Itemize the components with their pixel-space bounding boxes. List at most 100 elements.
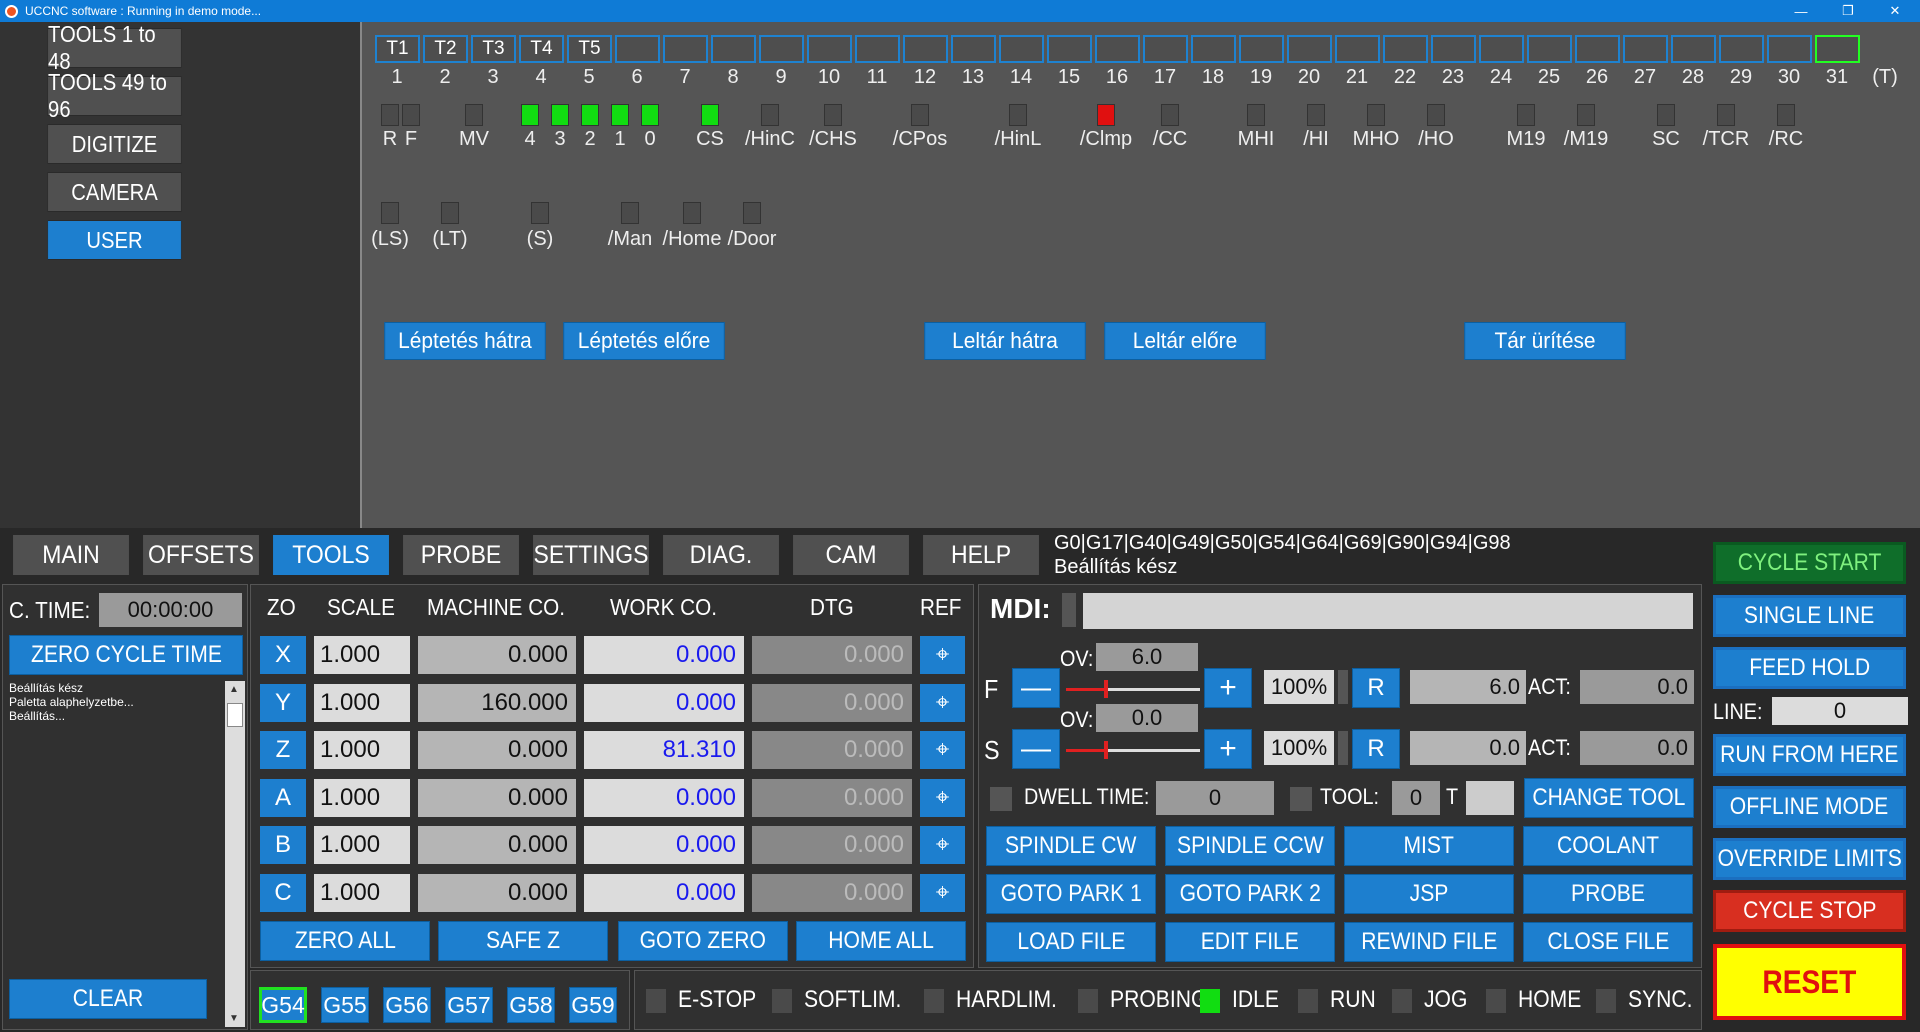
tool-slot[interactable] (807, 35, 852, 63)
axis-scale-field[interactable]: 1.000 (314, 778, 410, 817)
tool-slot[interactable] (615, 35, 660, 63)
offline-mode-button[interactable]: OFFLINE MODE (1713, 786, 1906, 828)
wcs-g58-button[interactable]: G58 (507, 987, 555, 1023)
coolant-button[interactable]: COOLANT (1523, 826, 1693, 866)
clear-button[interactable]: CLEAR (9, 979, 207, 1019)
axis-scale-field[interactable]: 1.000 (314, 731, 410, 769)
goto-zero-button[interactable]: GOTO ZERO (618, 921, 788, 961)
work-coord-field[interactable]: 0.000 (584, 873, 744, 912)
line-value[interactable]: 0 (1772, 697, 1908, 725)
inventory-back-button[interactable]: Leltár hátra (924, 322, 1086, 360)
axis-x-zero-button[interactable]: X (260, 636, 306, 674)
tool-slot[interactable] (999, 35, 1044, 63)
mist-button[interactable]: MIST (1344, 826, 1514, 866)
wcs-g55-button[interactable]: G55 (321, 987, 369, 1023)
jsp-button[interactable]: JSP (1344, 874, 1514, 914)
scroll-down-icon[interactable]: ▼ (229, 1013, 239, 1024)
tool-slot[interactable]: T3 (471, 35, 516, 63)
load-file-button[interactable]: LOAD FILE (986, 922, 1156, 962)
step-forward-button[interactable]: Léptetés előre (563, 322, 725, 360)
tool-slot[interactable] (1287, 35, 1332, 63)
tool-slot[interactable] (1047, 35, 1092, 63)
tool-number[interactable]: 0 (1392, 781, 1440, 815)
wcs-g56-button[interactable]: G56 (383, 987, 431, 1023)
cycle-stop-button[interactable]: CYCLE STOP (1713, 890, 1906, 932)
machine-coord-field[interactable]: 0.000 (418, 778, 576, 817)
home-all-button[interactable]: HOME ALL (796, 921, 966, 961)
feed-reset-button[interactable]: R (1352, 668, 1400, 708)
empty-magazine-button[interactable]: Tár ürítése (1464, 322, 1626, 360)
tab-help[interactable]: HELP (923, 535, 1039, 575)
ref-target-icon[interactable]: ⌖ (920, 636, 965, 674)
rewind-file-button[interactable]: REWIND FILE (1344, 922, 1514, 962)
axis-b-zero-button[interactable]: B (260, 826, 306, 864)
scroll-up-icon[interactable]: ▲ (229, 684, 239, 695)
inventory-forward-button[interactable]: Leltár előre (1104, 322, 1266, 360)
wcs-g57-button[interactable]: G57 (445, 987, 493, 1023)
machine-coord-field[interactable]: 0.000 (418, 826, 576, 864)
ref-target-icon[interactable]: ⌖ (920, 826, 965, 864)
spindle-slider-thumb[interactable] (1104, 741, 1109, 759)
override-limits-button[interactable]: OVERRIDE LIMITS (1713, 838, 1906, 880)
zero-cycle-time-button[interactable]: ZERO CYCLE TIME (9, 635, 243, 675)
feed-minus-button[interactable]: — (1012, 668, 1060, 708)
spindle-plus-button[interactable]: + (1204, 729, 1252, 769)
spindle-value[interactable]: 0.0 (1410, 731, 1526, 765)
tool-slot[interactable] (1527, 35, 1572, 63)
close-icon[interactable]: ✕ (1872, 0, 1918, 22)
dwell-checkbox[interactable] (990, 787, 1012, 811)
axis-scale-field[interactable]: 1.000 (314, 826, 410, 864)
work-coord-field[interactable]: 0.000 (584, 636, 744, 674)
tab-main[interactable]: MAIN (13, 535, 129, 575)
tool-slot[interactable]: T2 (423, 35, 468, 63)
probe-button[interactable]: PROBE (1523, 874, 1693, 914)
spindle-ccw-button[interactable]: SPINDLE CCW (1165, 826, 1335, 866)
close-file-button[interactable]: CLOSE FILE (1523, 922, 1693, 962)
tab-cam[interactable]: CAM (793, 535, 909, 575)
machine-coord-field[interactable]: 0.000 (418, 636, 576, 674)
tool-slot[interactable]: T5 (567, 35, 612, 63)
tab-tools[interactable]: TOOLS (273, 535, 389, 575)
feed-hold-button[interactable]: FEED HOLD (1713, 647, 1906, 689)
work-coord-field[interactable]: 0.000 (584, 778, 744, 817)
wcs-g54-button[interactable]: G54 (259, 987, 307, 1023)
ref-target-icon[interactable]: ⌖ (920, 873, 965, 912)
axis-scale-field[interactable]: 1.000 (314, 636, 410, 674)
axis-a-zero-button[interactable]: A (260, 778, 306, 817)
machine-coord-field[interactable]: 0.000 (418, 731, 576, 769)
zero-all-button[interactable]: ZERO ALL (260, 921, 430, 961)
ref-target-icon[interactable]: ⌖ (920, 683, 965, 722)
reset-button[interactable]: RESET (1713, 944, 1906, 1020)
run-from-here-button[interactable]: RUN FROM HERE (1713, 734, 1906, 776)
tool-slot[interactable] (1431, 35, 1476, 63)
tool-slot[interactable] (759, 35, 804, 63)
feed-plus-button[interactable]: + (1204, 668, 1252, 708)
tab-offsets[interactable]: OFFSETS (143, 535, 259, 575)
tool-slot[interactable]: T1 (375, 35, 420, 63)
wcs-g59-button[interactable]: G59 (569, 987, 617, 1023)
tool-slot[interactable] (1095, 35, 1140, 63)
scroll-thumb[interactable] (227, 703, 243, 727)
minimize-icon[interactable]: — (1778, 0, 1824, 22)
work-coord-field[interactable]: 0.000 (584, 826, 744, 864)
tool-slot[interactable] (1719, 35, 1764, 63)
tool-slot[interactable] (1239, 35, 1284, 63)
digitize-button[interactable]: DIGITIZE (47, 124, 182, 164)
tool-slot[interactable] (1191, 35, 1236, 63)
goto-park-2-button[interactable]: GOTO PARK 2 (1165, 874, 1335, 914)
single-line-button[interactable]: SINGLE LINE (1713, 595, 1906, 637)
spindle-minus-button[interactable]: — (1012, 729, 1060, 769)
tool-checkbox[interactable] (1290, 787, 1312, 811)
tool-slot[interactable] (1767, 35, 1812, 63)
feed-value[interactable]: 6.0 (1410, 670, 1526, 704)
tool-slot[interactable] (855, 35, 900, 63)
tool-slot[interactable] (1575, 35, 1620, 63)
restore-icon[interactable]: ❐ (1825, 0, 1871, 22)
tool-slot[interactable] (1623, 35, 1668, 63)
dwell-value[interactable]: 0 (1156, 781, 1274, 815)
tab-settings[interactable]: SETTINGS (533, 535, 649, 575)
edit-file-button[interactable]: EDIT FILE (1165, 922, 1335, 962)
mdi-input[interactable] (1083, 593, 1693, 629)
work-coord-field[interactable]: 0.000 (584, 683, 744, 722)
tool-slot[interactable] (711, 35, 756, 63)
